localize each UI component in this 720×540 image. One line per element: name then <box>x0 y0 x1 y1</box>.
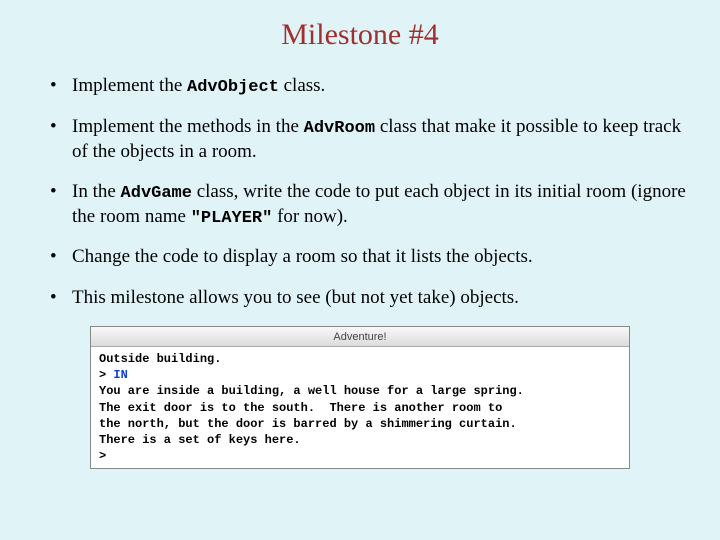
terminal-line: There is a set of keys here. <box>99 433 301 447</box>
bullet-text: for now). <box>272 206 347 227</box>
bullet-text: Implement the <box>72 75 187 96</box>
terminal-line: The exit door is to the south. There is … <box>99 401 502 415</box>
terminal-line: the north, but the door is barred by a s… <box>99 417 517 431</box>
window-title: Adventure! <box>333 331 386 343</box>
code-span: AdvGame <box>121 184 192 203</box>
bullet-text: In the <box>72 181 121 202</box>
bullet-item: This milestone allows you to see (but no… <box>50 286 690 310</box>
bullet-text: class. <box>279 75 325 96</box>
terminal-prompt: > <box>99 449 106 463</box>
code-span: "PLAYER" <box>191 209 273 228</box>
bullet-list: Implement the AdvObject class. Implement… <box>50 74 690 310</box>
bullet-text: This milestone allows you to see (but no… <box>72 287 519 308</box>
terminal-line: You are inside a building, a well house … <box>99 384 524 398</box>
terminal-line: Outside building. <box>99 352 221 366</box>
slide-title: Milestone #4 <box>30 18 690 52</box>
bullet-item: Implement the methods in the AdvRoom cla… <box>50 115 690 164</box>
terminal-output: Outside building. > IN You are inside a … <box>91 347 629 468</box>
terminal-prompt: > <box>99 368 113 382</box>
terminal-command: IN <box>113 368 127 382</box>
terminal-window: Adventure! Outside building. > IN You ar… <box>90 326 630 469</box>
code-span: AdvRoom <box>304 119 375 138</box>
code-span: AdvObject <box>187 78 279 97</box>
window-titlebar: Adventure! <box>91 327 629 347</box>
bullet-item: Implement the AdvObject class. <box>50 74 690 99</box>
bullet-text: Implement the methods in the <box>72 116 304 137</box>
bullet-item: Change the code to display a room so tha… <box>50 245 690 269</box>
bullet-text: Change the code to display a room so tha… <box>72 246 533 267</box>
bullet-item: In the AdvGame class, write the code to … <box>50 180 690 230</box>
